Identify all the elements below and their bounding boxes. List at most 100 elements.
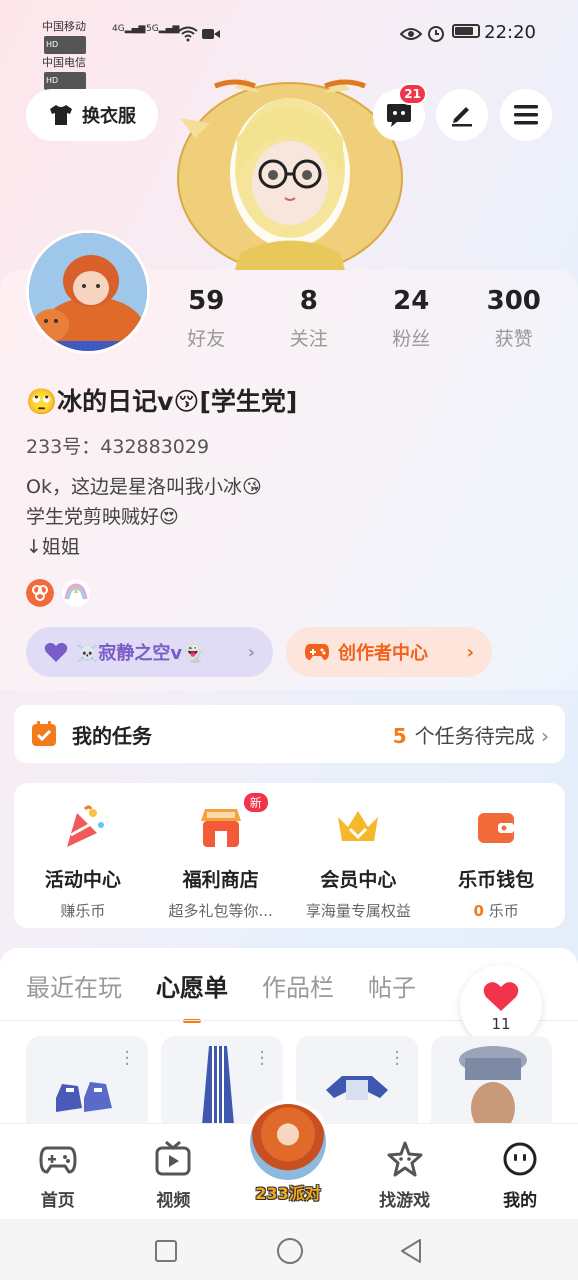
nav-label: 视频 bbox=[156, 1191, 191, 1211]
feature-sub: 0 乐币 bbox=[427, 900, 565, 921]
net-type-1: 4G bbox=[112, 24, 125, 34]
tab-recent-played[interactable]: 最近在玩 bbox=[26, 968, 122, 1003]
creator-center-button[interactable]: 创作者中心 › bbox=[286, 627, 492, 677]
chevron-right-icon: › bbox=[466, 641, 474, 663]
tasks-pending-text: 个任务待完成 bbox=[414, 723, 535, 748]
tab-wishlist[interactable]: 心愿单 bbox=[156, 968, 228, 1003]
gamepad-icon bbox=[305, 644, 329, 660]
nickname: 🙄冰的日记v😚[学生党] bbox=[26, 387, 298, 416]
message-count-badge: 21 bbox=[398, 83, 427, 105]
stat-label: 关注 bbox=[289, 328, 328, 350]
nav-mine[interactable]: 我的 bbox=[462, 1124, 578, 1219]
unicorn-medal-icon[interactable] bbox=[62, 579, 90, 607]
nav-label: 首页 bbox=[40, 1191, 75, 1211]
carrier-info: 中国移动 HD 中国电信 HD bbox=[42, 18, 86, 90]
avatar-photo bbox=[29, 233, 147, 351]
profile-avatar[interactable] bbox=[26, 230, 150, 354]
wallet-balance: 0 bbox=[473, 902, 484, 920]
feature-sub: 超多礼包等你... bbox=[168, 902, 273, 920]
tasks-pending-count: 5 bbox=[392, 723, 407, 748]
member-center[interactable]: 会员中心 享海量专属权益 bbox=[290, 783, 428, 928]
purple-heart-icon bbox=[44, 642, 68, 662]
gamepad-nav-icon bbox=[39, 1146, 77, 1174]
heart-icon bbox=[483, 982, 519, 1011]
welfare-shop[interactable]: 新 福利商店 超多礼包等你... bbox=[152, 783, 290, 928]
system-nav-bar bbox=[0, 1219, 578, 1280]
creator-center-label: 创作者中心 bbox=[338, 643, 428, 664]
group-entry-button[interactable]: ☠️寂静之空v👻 › bbox=[26, 627, 273, 677]
hd-badge: HD bbox=[44, 36, 86, 54]
eye-icon bbox=[400, 28, 422, 40]
nav-home[interactable]: 首页 bbox=[0, 1124, 116, 1219]
menu-button[interactable] bbox=[500, 89, 552, 141]
stat-label: 粉丝 bbox=[392, 328, 431, 350]
carrier-2: 中国电信 bbox=[42, 56, 86, 69]
net-type-2: 5G bbox=[146, 24, 159, 34]
stat-label: 好友 bbox=[187, 328, 226, 350]
edit-profile-button[interactable] bbox=[436, 89, 488, 141]
tab-posts[interactable]: 帖子 bbox=[368, 968, 416, 1003]
calendar-check-icon bbox=[32, 721, 56, 746]
stat-likes[interactable]: 300 获赞 bbox=[463, 286, 566, 351]
new-badge: 新 bbox=[243, 793, 268, 812]
coin-wallet[interactable]: 乐币钱包 0 乐币 bbox=[427, 783, 565, 928]
menu-icon bbox=[514, 105, 538, 125]
feature-name: 乐币钱包 bbox=[458, 869, 535, 891]
feature-name: 活动中心 bbox=[44, 869, 121, 891]
stat-label: 获赞 bbox=[494, 328, 533, 350]
feature-sub: 赚乐币 bbox=[60, 902, 106, 920]
message-icon bbox=[387, 104, 411, 127]
tasks-pending: 5 个任务待完成 › bbox=[393, 720, 549, 749]
face-icon bbox=[503, 1142, 537, 1176]
stat-number: 59 bbox=[188, 286, 225, 316]
avatar-character-image bbox=[177, 78, 403, 270]
profile-stats: 59 好友 8 关注 24 粉丝 300 获赞 bbox=[155, 286, 565, 351]
shop-icon bbox=[200, 809, 241, 847]
stat-fans[interactable]: 24 粉丝 bbox=[360, 286, 463, 351]
chevron-right-icon: › bbox=[247, 641, 255, 663]
activity-center[interactable]: 活动中心 赚乐币 bbox=[14, 783, 152, 928]
tv-play-icon bbox=[155, 1140, 191, 1176]
stat-following[interactable]: 8 关注 bbox=[258, 286, 361, 351]
wishlist-item[interactable]: · · · bbox=[26, 1036, 148, 1136]
user-id[interactable]: 233号：432883029 bbox=[26, 432, 209, 459]
party-avatar[interactable] bbox=[246, 1100, 330, 1184]
video-icon bbox=[202, 29, 220, 39]
flower-medal-icon[interactable] bbox=[26, 579, 54, 607]
messages-button[interactable]: 21 bbox=[373, 83, 427, 141]
star-icon bbox=[387, 1141, 423, 1177]
hat-image bbox=[459, 1046, 527, 1134]
signal-icon-5g: 5G▂▄▆ bbox=[146, 24, 180, 34]
change-outfit-label: 换衣服 bbox=[82, 106, 136, 127]
back-icon[interactable] bbox=[398, 1237, 424, 1265]
home-icon[interactable] bbox=[276, 1237, 304, 1265]
avatar-figure bbox=[29, 233, 147, 351]
stat-friends[interactable]: 59 好友 bbox=[155, 286, 258, 351]
feature-name: 福利商店 bbox=[182, 869, 259, 891]
crown-icon bbox=[338, 811, 379, 841]
feature-grid: 活动中心 赚乐币 新 福利商店 超多礼包等你... 会员中心 享海量专属权益 乐… bbox=[14, 783, 565, 928]
like-button[interactable]: 11 bbox=[460, 965, 542, 1047]
wallet-icon bbox=[478, 813, 515, 843]
edit-icon bbox=[452, 107, 472, 127]
clock: 22:20 bbox=[484, 22, 536, 43]
feature-name: 会员中心 bbox=[320, 869, 397, 891]
more-icon[interactable]: · · · bbox=[259, 1044, 265, 1074]
wishlist-item[interactable] bbox=[431, 1036, 552, 1136]
bio-line: ↓姐姐 bbox=[26, 536, 80, 558]
wallet-unit: 乐币 bbox=[488, 902, 519, 920]
medal-list bbox=[26, 579, 90, 607]
stat-number: 300 bbox=[486, 286, 541, 316]
nav-find-games[interactable]: 找游戏 bbox=[347, 1124, 463, 1219]
my-tasks-row[interactable]: 我的任务 5 个任务待完成 › bbox=[14, 705, 565, 763]
nav-label: 找游戏 bbox=[379, 1191, 431, 1211]
change-outfit-button[interactable]: 换衣服 bbox=[26, 89, 158, 141]
nav-video[interactable]: 视频 bbox=[116, 1124, 232, 1219]
group-name: ☠️寂静之空v👻 bbox=[76, 643, 205, 664]
more-icon[interactable]: · · · bbox=[124, 1044, 130, 1074]
stat-number: 24 bbox=[393, 286, 430, 316]
party-popper-icon bbox=[66, 805, 104, 847]
more-icon[interactable]: · · · bbox=[394, 1044, 400, 1074]
tab-works[interactable]: 作品栏 bbox=[262, 968, 334, 1003]
recent-apps-icon[interactable] bbox=[154, 1239, 178, 1263]
